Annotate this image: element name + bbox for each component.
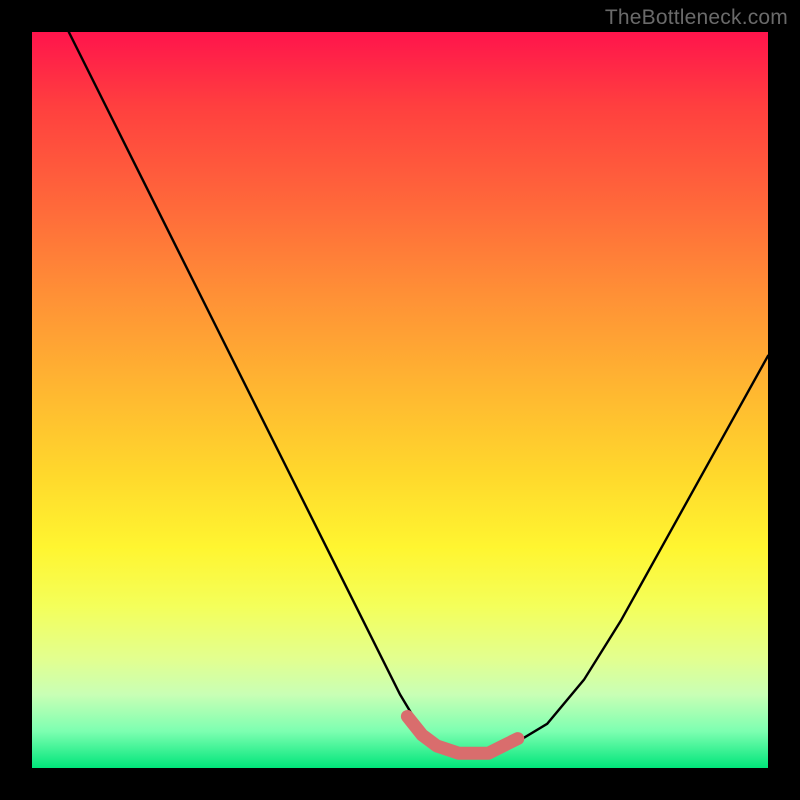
watermark-text: TheBottleneck.com [605, 6, 788, 30]
bottleneck-curve [69, 32, 768, 753]
optimal-zone-highlight [407, 717, 517, 754]
plot-area [32, 32, 768, 768]
chart-frame: TheBottleneck.com [0, 0, 800, 800]
curve-svg [32, 32, 768, 768]
